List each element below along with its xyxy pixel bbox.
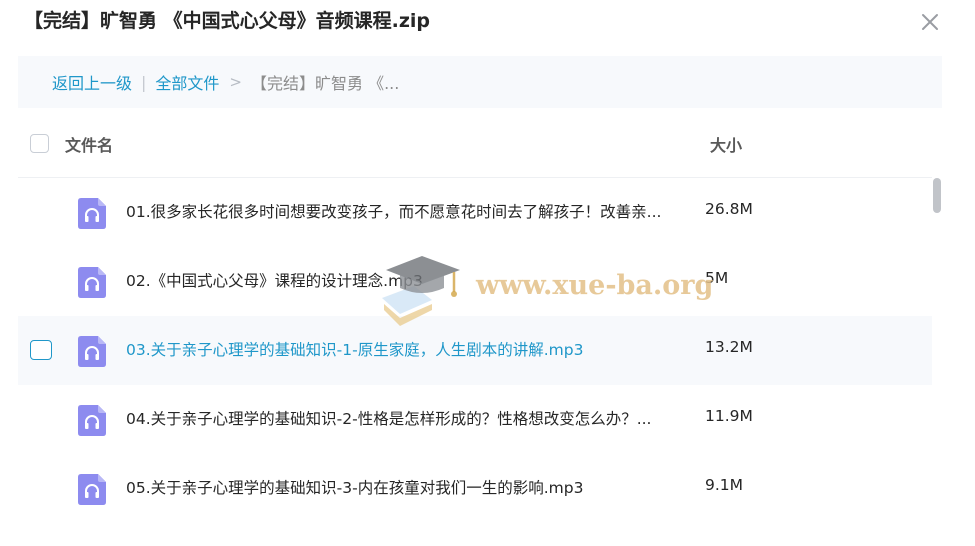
close-icon[interactable]	[918, 10, 942, 34]
file-size: 11.9M	[705, 407, 753, 425]
file-row[interactable]: 04.关于亲子心理学的基础知识-2-性格是怎样形成的？性格想改变怎么办？... …	[18, 385, 932, 454]
file-size: 13.2M	[705, 338, 753, 356]
chevron-right-icon: >	[229, 73, 242, 91]
breadcrumb-bar: 返回上一级 | 全部文件 > 【完结】旷智勇 《...	[18, 56, 942, 108]
breadcrumb-current: 【完结】旷智勇 《...	[251, 74, 400, 93]
breadcrumb: 返回上一级 | 全部文件 > 【完结】旷智勇 《...	[52, 56, 399, 108]
file-name[interactable]: 01.很多家长花很多时间想要改变孩子，而不愿意花时间去了解孩子！改善亲...	[126, 200, 692, 222]
size-column-header[interactable]: 大小	[710, 132, 742, 156]
table-header: 文件名 大小	[18, 118, 932, 168]
file-name[interactable]: 03.关于亲子心理学的基础知识-1-原生家庭，人生剧本的讲解.mp3	[126, 338, 692, 360]
file-row[interactable]: 02.《中国式心父母》课程的设计理念.mp3 5M	[18, 247, 932, 316]
select-all-checkbox[interactable]	[30, 134, 49, 153]
back-link[interactable]: 返回上一级	[52, 70, 132, 94]
file-size: 5M	[705, 269, 729, 287]
file-list: 01.很多家长花很多时间想要改变孩子，而不愿意花时间去了解孩子！改善亲... 2…	[18, 177, 932, 546]
file-preview-dialog: 【完结】旷智勇 《中国式心父母》音频课程.zip 返回上一级 | 全部文件 > …	[0, 0, 975, 546]
audio-file-icon	[78, 336, 106, 367]
close-button[interactable]	[918, 10, 942, 34]
dialog-title: 【完结】旷智勇 《中国式心父母》音频课程.zip	[24, 10, 431, 32]
file-size: 9.1M	[705, 476, 744, 494]
audio-file-icon	[78, 474, 106, 505]
name-column-header[interactable]: 文件名	[65, 132, 113, 156]
audio-file-icon	[78, 198, 106, 229]
file-row[interactable]: 03.关于亲子心理学的基础知识-1-原生家庭，人生剧本的讲解.mp3 13.2M	[18, 316, 932, 385]
file-name[interactable]: 04.关于亲子心理学的基础知识-2-性格是怎样形成的？性格想改变怎么办？...	[126, 407, 692, 429]
scrollbar-thumb[interactable]	[933, 178, 941, 213]
file-size: 26.8M	[705, 200, 753, 218]
file-name[interactable]: 02.《中国式心父母》课程的设计理念.mp3	[126, 269, 692, 291]
file-name[interactable]: 05.关于亲子心理学的基础知识-3-内在孩童对我们一生的影响.mp3	[126, 476, 692, 498]
file-row[interactable]: 05.关于亲子心理学的基础知识-3-内在孩童对我们一生的影响.mp3 9.1M	[18, 454, 932, 523]
file-row[interactable]: 01.很多家长花很多时间想要改变孩子，而不愿意花时间去了解孩子！改善亲... 2…	[18, 178, 932, 247]
audio-file-icon	[78, 405, 106, 436]
breadcrumb-separator: |	[141, 72, 147, 92]
audio-file-icon	[78, 267, 106, 298]
row-checkbox[interactable]	[30, 340, 52, 360]
all-files-link[interactable]: 全部文件	[155, 70, 219, 94]
